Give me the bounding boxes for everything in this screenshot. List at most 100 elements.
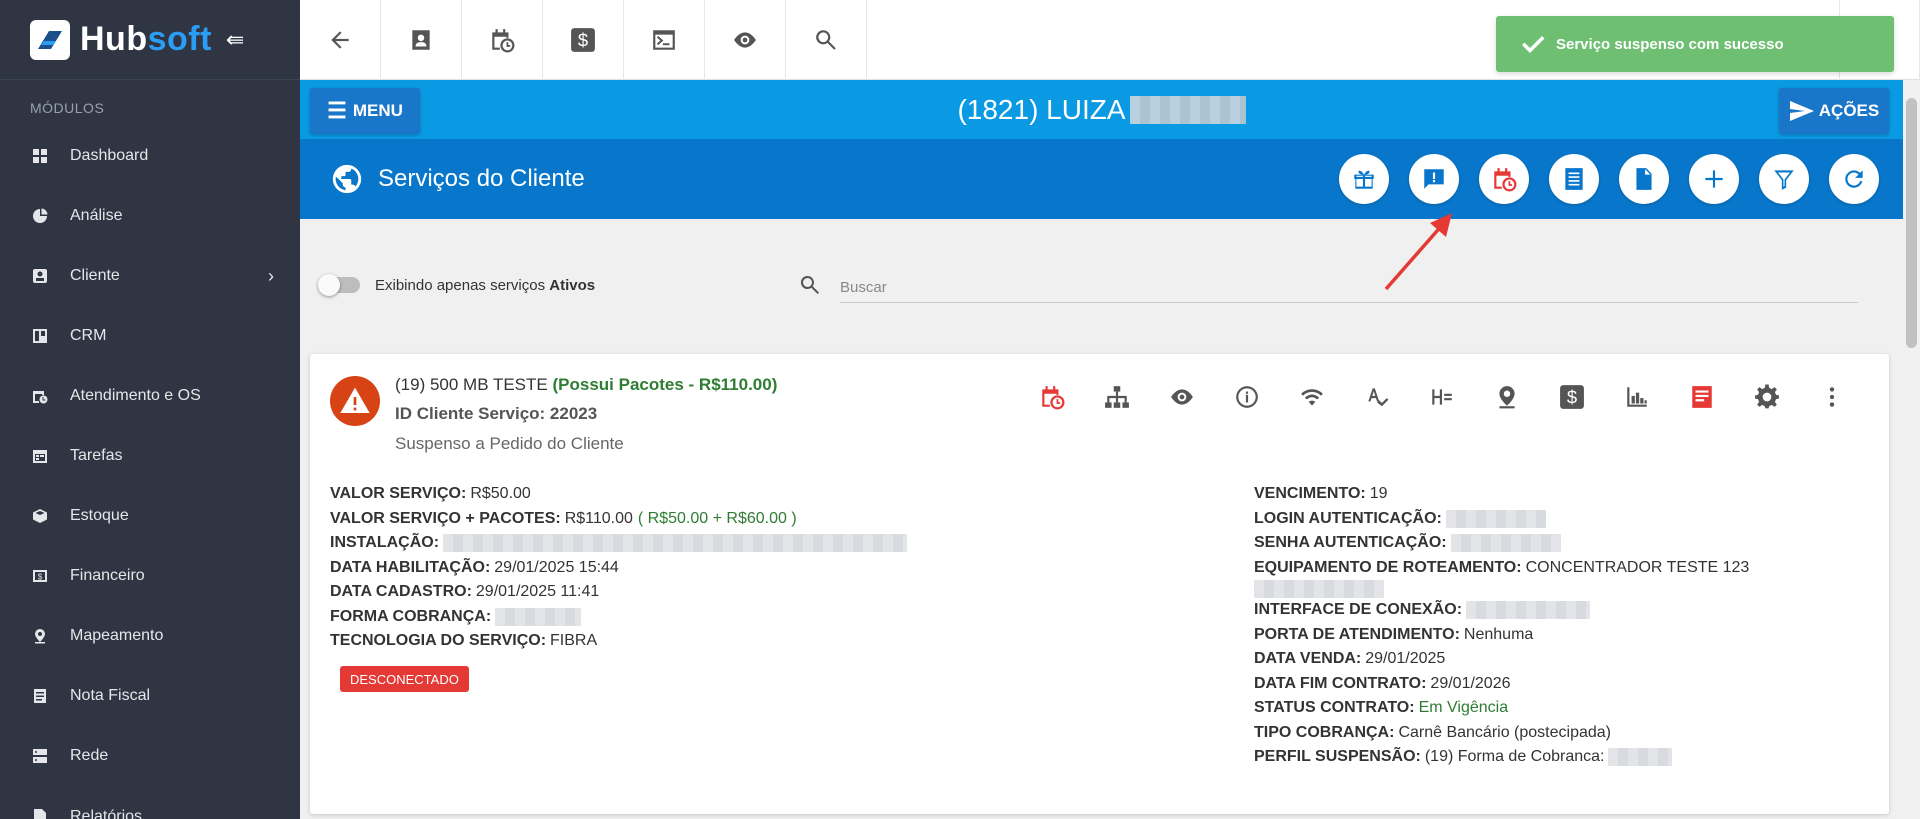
tool-settings[interactable] (1734, 382, 1799, 412)
receipt-icon (1565, 168, 1583, 190)
tool-view[interactable] (1149, 382, 1214, 412)
active-services-toggle[interactable] (318, 274, 360, 296)
detail-label: INTERFACE DE CONEXÃO: (1254, 601, 1463, 618)
redacted-text (1254, 580, 1384, 598)
pie-chart-icon (30, 206, 50, 226)
view-button[interactable] (705, 0, 786, 80)
sidebar-item-cliente[interactable]: Cliente › (0, 246, 300, 306)
collapse-menu-icon[interactable]: ⇚ (226, 27, 244, 53)
contact-icon (30, 266, 50, 286)
sidebar-item-label: Nota Fiscal (70, 687, 151, 704)
sidebar-item-financeiro[interactable]: $ Financeiro (0, 546, 300, 606)
gift-button[interactable] (1339, 154, 1389, 204)
calendar-clock-icon (492, 29, 515, 53)
detail-equipamento: EQUIPAMENTO DE ROTEAMENTO: CONCENTRADOR T… (1254, 556, 1749, 581)
service-tools: $ (1019, 382, 1864, 412)
detail-value: 29/01/2025 (1365, 650, 1446, 667)
tool-more[interactable] (1799, 382, 1864, 412)
sidebar-item-estoque[interactable]: Estoque (0, 486, 300, 546)
suspend-schedule-button[interactable] (1479, 154, 1529, 204)
add-service-button[interactable] (1689, 154, 1739, 204)
detail-instalacao: INSTALAÇÃO: (330, 531, 908, 556)
modules-label: MÓDULOS (30, 100, 105, 116)
sidebar-item-relatorios[interactable]: Relatórios (0, 786, 300, 819)
detail-status-contrato: STATUS CONTRATO: Em Vigência (1254, 696, 1749, 721)
refresh-button[interactable] (1829, 154, 1879, 204)
detail-label: LOGIN AUTENTICAÇÃO: (1254, 509, 1442, 527)
hamburger-icon: ☰ (327, 98, 347, 123)
sidebar-item-atendimento[interactable]: Atendimento e OS (0, 366, 300, 426)
sidebar-item-tarefas[interactable]: Tarefas (0, 426, 300, 486)
sidebar-item-rede[interactable]: Rede (0, 726, 300, 786)
detail-value: CONCENTRADOR TESTE 123 (1525, 558, 1750, 576)
invoice-button[interactable] (1549, 154, 1599, 204)
document-button[interactable] (1619, 154, 1669, 204)
schedule-button[interactable] (462, 0, 543, 80)
redacted-text (495, 607, 582, 626)
detail-data-cadastro: DATA CADASTRO: 29/01/2025 11:41 (330, 580, 907, 605)
gift-icon (1354, 170, 1374, 189)
redacted-text (1466, 601, 1591, 620)
search-input[interactable] (840, 273, 1858, 303)
terminal-icon (653, 30, 675, 50)
back-button[interactable] (300, 0, 381, 80)
sidebar-item-analise[interactable]: Análise (0, 186, 300, 246)
svg-text:$: $ (1566, 387, 1576, 408)
service-name: (19) 500 MB TESTE (Possui Pacotes - R$11… (395, 375, 777, 395)
detail-label: EQUIPAMENTO DE ROTEAMENTO: (1254, 558, 1522, 576)
menu-button[interactable]: ☰ MENU (310, 88, 420, 134)
alert-message-button[interactable] (1409, 154, 1459, 204)
scrollbar-thumb[interactable] (1906, 98, 1917, 348)
tool-schedule[interactable] (1019, 382, 1084, 412)
services-header: Serviços do Cliente (300, 139, 1903, 219)
detail-value: R$50.00 (470, 485, 531, 502)
tool-wifi[interactable] (1279, 382, 1344, 412)
detail-label: DATA HABILITAÇÃO: (330, 558, 491, 576)
sidebar-item-crm[interactable]: CRM (0, 306, 300, 366)
detail-vencimento: VENCIMENTO: 19 (1254, 482, 1749, 507)
tool-financial[interactable]: $ (1539, 382, 1604, 412)
filter-button[interactable] (1759, 154, 1809, 204)
client-name: (1821) LUIZA (957, 93, 1126, 125)
tool-info[interactable] (1214, 382, 1279, 412)
service-card: (19) 500 MB TESTE (Possui Pacotes - R$11… (310, 354, 1889, 814)
warning-icon (330, 376, 380, 426)
gear-icon (1754, 384, 1779, 409)
calendar-clock-icon (30, 386, 50, 406)
sidebar-item-nota-fiscal[interactable]: Nota Fiscal (0, 666, 300, 726)
refresh-icon (1845, 170, 1863, 188)
detail-equipamento-cont (1254, 580, 1749, 598)
success-toast[interactable]: Serviço suspenso com sucesso (1496, 16, 1894, 72)
brand-hub: Hub (80, 20, 148, 58)
tool-location[interactable] (1474, 382, 1539, 412)
tool-chart[interactable] (1604, 382, 1669, 412)
detail-value: (19) Forma de Cobranca: (1424, 748, 1605, 765)
detail-porta: PORTA DE ATENDIMENTO: Nenhuma (1254, 623, 1749, 648)
report-icon (30, 806, 50, 819)
detail-label: TECNOLOGIA DO SERVIÇO: (330, 632, 547, 649)
location-icon (30, 626, 50, 646)
detail-valor-servico: VALOR SERVIÇO: R$50.00 (330, 482, 907, 507)
filter-row: Exibindo apenas serviços Ativos (300, 219, 1903, 329)
tool-contract[interactable] (1669, 382, 1734, 412)
detail-label: FORMA COBRANÇA: (330, 607, 492, 625)
detail-value: FIBRA (550, 632, 598, 649)
tool-network[interactable] (1084, 382, 1149, 412)
service-details-left: VALOR SERVIÇO: R$50.00 VALOR SERVIÇO + PA… (330, 482, 908, 654)
sidebar-item-dashboard[interactable]: Dashboard (0, 126, 300, 186)
detail-value: 29/01/2025 11:41 (475, 583, 600, 600)
tool-spellcheck[interactable] (1344, 382, 1409, 412)
page-scrollbar[interactable] (1903, 80, 1920, 819)
search-icon (798, 273, 822, 297)
bar-chart-icon (1626, 387, 1647, 407)
actions-button[interactable]: AÇÕES (1779, 88, 1889, 134)
search-button[interactable] (786, 0, 867, 80)
terminal-button[interactable] (624, 0, 705, 80)
sidebar: Hubsoft ⇚ MÓDULOS Dashboard Análise Clie… (0, 0, 300, 819)
client-contact-button[interactable] (381, 0, 462, 80)
detail-data-habilitacao: DATA HABILITAÇÃO: 29/01/2025 15:44 (330, 556, 907, 581)
tool-format[interactable] (1409, 382, 1474, 412)
sidebar-item-mapeamento[interactable]: Mapeamento (0, 606, 300, 666)
financial-button[interactable]: $ (543, 0, 624, 80)
hubsoft-logo[interactable] (30, 19, 70, 60)
